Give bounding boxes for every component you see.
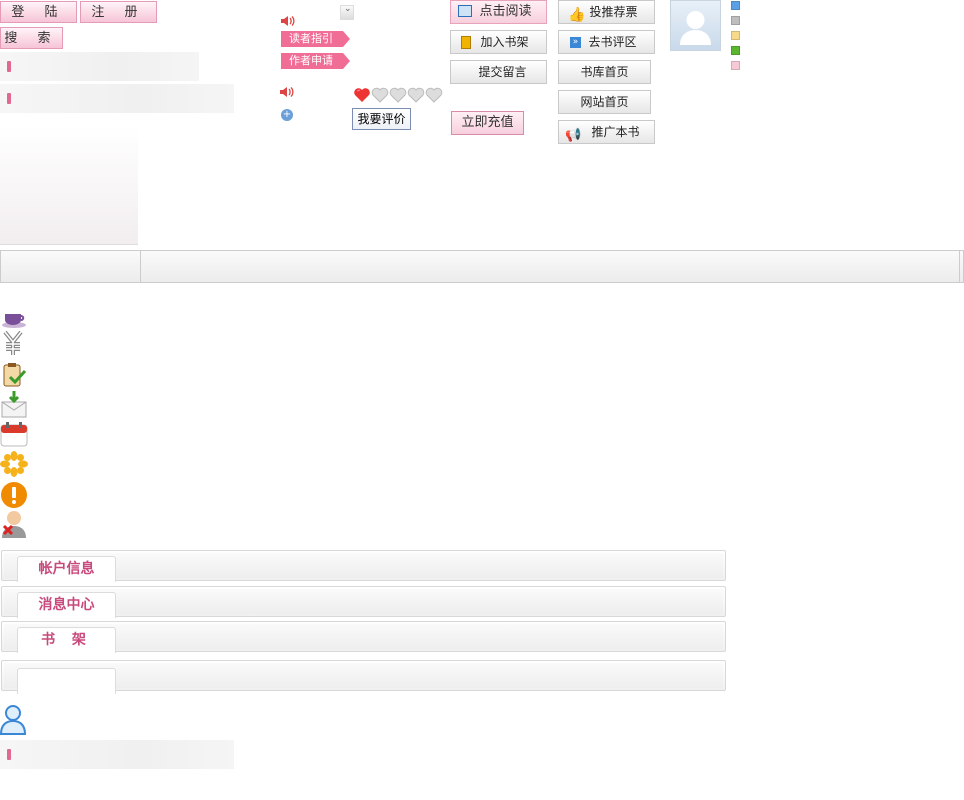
flower-icon bbox=[0, 451, 28, 477]
dropdown-toggle[interactable]: ⌄ bbox=[340, 4, 354, 20]
login-button[interactable]: 登 陆 bbox=[0, 1, 77, 23]
author-apply-link[interactable]: 作者申请 bbox=[281, 53, 350, 69]
heart-empty-icon bbox=[407, 87, 425, 103]
tab-account-info[interactable]: 帐户信息 bbox=[17, 556, 116, 582]
calendar-icon bbox=[0, 421, 28, 447]
recommend-vote-label: 投推荐票 bbox=[589, 5, 638, 19]
sidebar-bar-1 bbox=[0, 52, 199, 81]
empty-panel bbox=[1, 660, 726, 694]
promote-label: 推广本书 bbox=[591, 125, 640, 139]
sidebar-bar-3 bbox=[0, 740, 234, 769]
avatar bbox=[670, 0, 721, 51]
table-divider bbox=[959, 251, 960, 282]
speaker-icon[interactable] bbox=[279, 84, 297, 103]
color-swatch[interactable] bbox=[731, 1, 740, 10]
recharge-button[interactable]: 立即充值 bbox=[451, 111, 524, 135]
thumbs-up-icon: 👍 bbox=[568, 7, 586, 23]
add-shelf-button[interactable]: 加入书架 bbox=[450, 30, 547, 54]
coffee-cup-icon bbox=[0, 305, 28, 331]
review-button[interactable]: 我要评价 bbox=[352, 108, 411, 130]
yen-icon bbox=[0, 330, 28, 356]
bar-marker bbox=[7, 749, 11, 760]
bar-marker bbox=[7, 61, 11, 72]
remove-user-icon bbox=[0, 510, 28, 538]
bar-marker bbox=[7, 93, 11, 104]
color-swatch[interactable] bbox=[731, 16, 740, 25]
table-header-cell-1 bbox=[1, 251, 141, 282]
add-shelf-label: 加入书架 bbox=[480, 35, 529, 49]
library-home-button[interactable]: 书库首页 bbox=[558, 60, 651, 84]
table-header bbox=[0, 250, 964, 283]
rating-stars[interactable] bbox=[353, 86, 445, 107]
color-swatch[interactable] bbox=[731, 61, 740, 70]
messages-panel: 消息中心 bbox=[1, 586, 726, 618]
tab-empty[interactable] bbox=[17, 668, 116, 694]
site-home-button[interactable]: 网站首页 bbox=[558, 90, 651, 114]
go-review-button[interactable]: » 去书评区 bbox=[558, 30, 655, 54]
mail-download-icon bbox=[0, 390, 28, 418]
notebook-icon bbox=[461, 36, 471, 49]
heart-empty-icon bbox=[389, 87, 407, 103]
read-button[interactable]: 点击阅读 bbox=[450, 0, 547, 24]
color-swatch[interactable] bbox=[731, 31, 740, 40]
register-button[interactable]: 注 册 bbox=[80, 1, 157, 23]
bookshelf-panel: 书 架 bbox=[1, 621, 726, 653]
user-icon bbox=[0, 704, 27, 739]
search-button[interactable]: 搜 索 bbox=[0, 27, 63, 49]
side-box bbox=[0, 126, 138, 245]
color-swatch[interactable] bbox=[731, 46, 740, 55]
megaphone-icon: 📢 bbox=[565, 128, 582, 143]
add-icon[interactable]: + bbox=[281, 109, 293, 121]
tab-bookshelf[interactable]: 书 架 bbox=[17, 627, 116, 653]
go-review-label: 去书评区 bbox=[588, 35, 637, 49]
clipboard-check-icon bbox=[0, 362, 28, 388]
speaker-icon[interactable] bbox=[280, 13, 296, 32]
double-chevron-icon: » bbox=[570, 37, 581, 48]
warning-icon bbox=[0, 481, 28, 508]
heart-filled-icon bbox=[354, 88, 370, 102]
leave-message-button[interactable]: 提交留言 bbox=[450, 60, 547, 84]
book-icon bbox=[458, 5, 472, 17]
account-info-panel: 帐户信息 bbox=[1, 550, 726, 582]
read-label: 点击阅读 bbox=[479, 4, 532, 19]
heart-empty-icon bbox=[425, 87, 443, 103]
reader-guide-link[interactable]: 读者指引 bbox=[281, 31, 350, 47]
heart-empty-icon bbox=[371, 87, 389, 103]
sidebar-bar-2 bbox=[0, 84, 234, 113]
recommend-vote-button[interactable]: 👍 投推荐票 bbox=[558, 0, 655, 24]
leave-message-label: 提交留言 bbox=[478, 65, 527, 79]
tab-message-center[interactable]: 消息中心 bbox=[17, 592, 116, 618]
user-silhouette-icon bbox=[680, 11, 711, 45]
chevron-down-icon: ⌄ bbox=[344, 4, 352, 14]
promote-button[interactable]: 📢 推广本书 bbox=[558, 120, 655, 144]
